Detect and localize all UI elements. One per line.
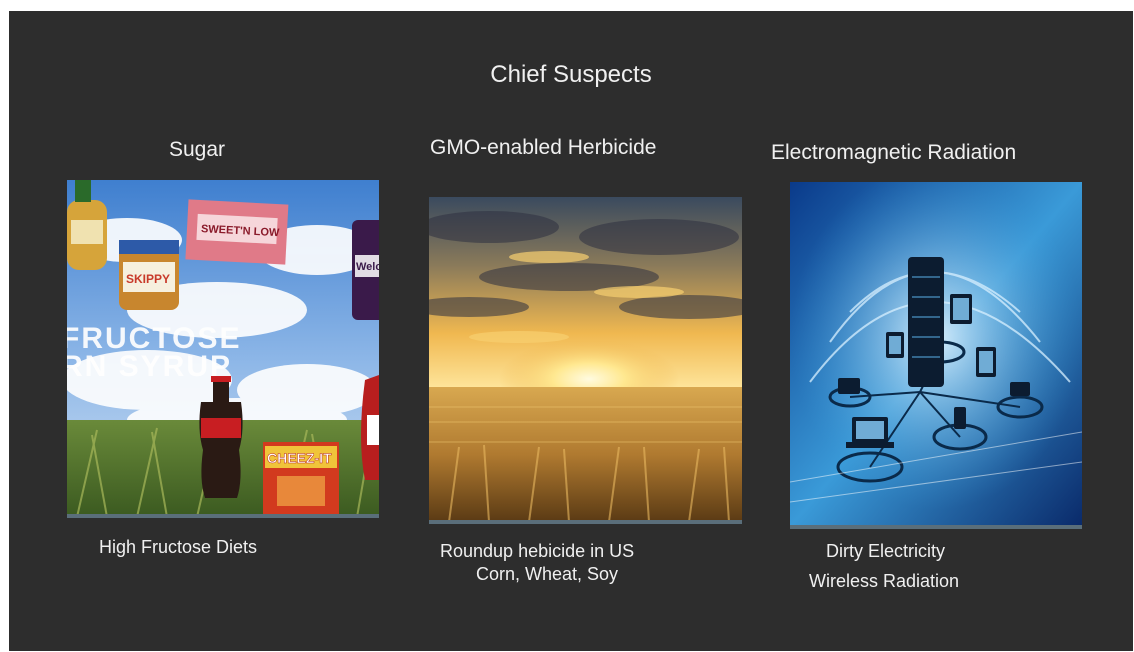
column-heading-sugar: Sugar bbox=[169, 138, 226, 161]
jar-label: SKIPPY bbox=[126, 272, 170, 286]
caption-roundup-line1: Roundup hebicide in US bbox=[440, 541, 635, 561]
caption-high-fructose: High Fructose Diets bbox=[99, 537, 258, 557]
sugar-foods-image: FRUCTOSE RN SYRUP SKIPPY SWEET'N LOW Wel… bbox=[67, 180, 379, 517]
column-heading-radiation: Electromagnetic Radiation bbox=[771, 141, 1017, 164]
image-underline bbox=[67, 514, 379, 518]
jelly-label: Welch's bbox=[356, 261, 379, 273]
column-heading-herbicide: GMO-enabled Herbicide bbox=[430, 136, 657, 159]
slide-title: Chief Suspects bbox=[490, 61, 652, 88]
cheezit-label: CHEEZ-IT bbox=[267, 450, 332, 466]
caption-wireless-radiation: Wireless Radiation bbox=[809, 571, 960, 591]
image-underline bbox=[429, 520, 742, 524]
caption-dirty-electricity: Dirty Electricity bbox=[826, 541, 946, 561]
image-underline bbox=[790, 525, 1082, 529]
caption-roundup-line2: Corn, Wheat, Soy bbox=[476, 564, 619, 584]
slide: Chief Suspects Sugar FRUCTOSE RN SYRUP S… bbox=[9, 11, 1133, 651]
wheat-field-sunset-image bbox=[429, 197, 742, 522]
image-overlay-text-2: RN SYRUP bbox=[67, 350, 232, 383]
wireless-network-image bbox=[790, 182, 1082, 527]
